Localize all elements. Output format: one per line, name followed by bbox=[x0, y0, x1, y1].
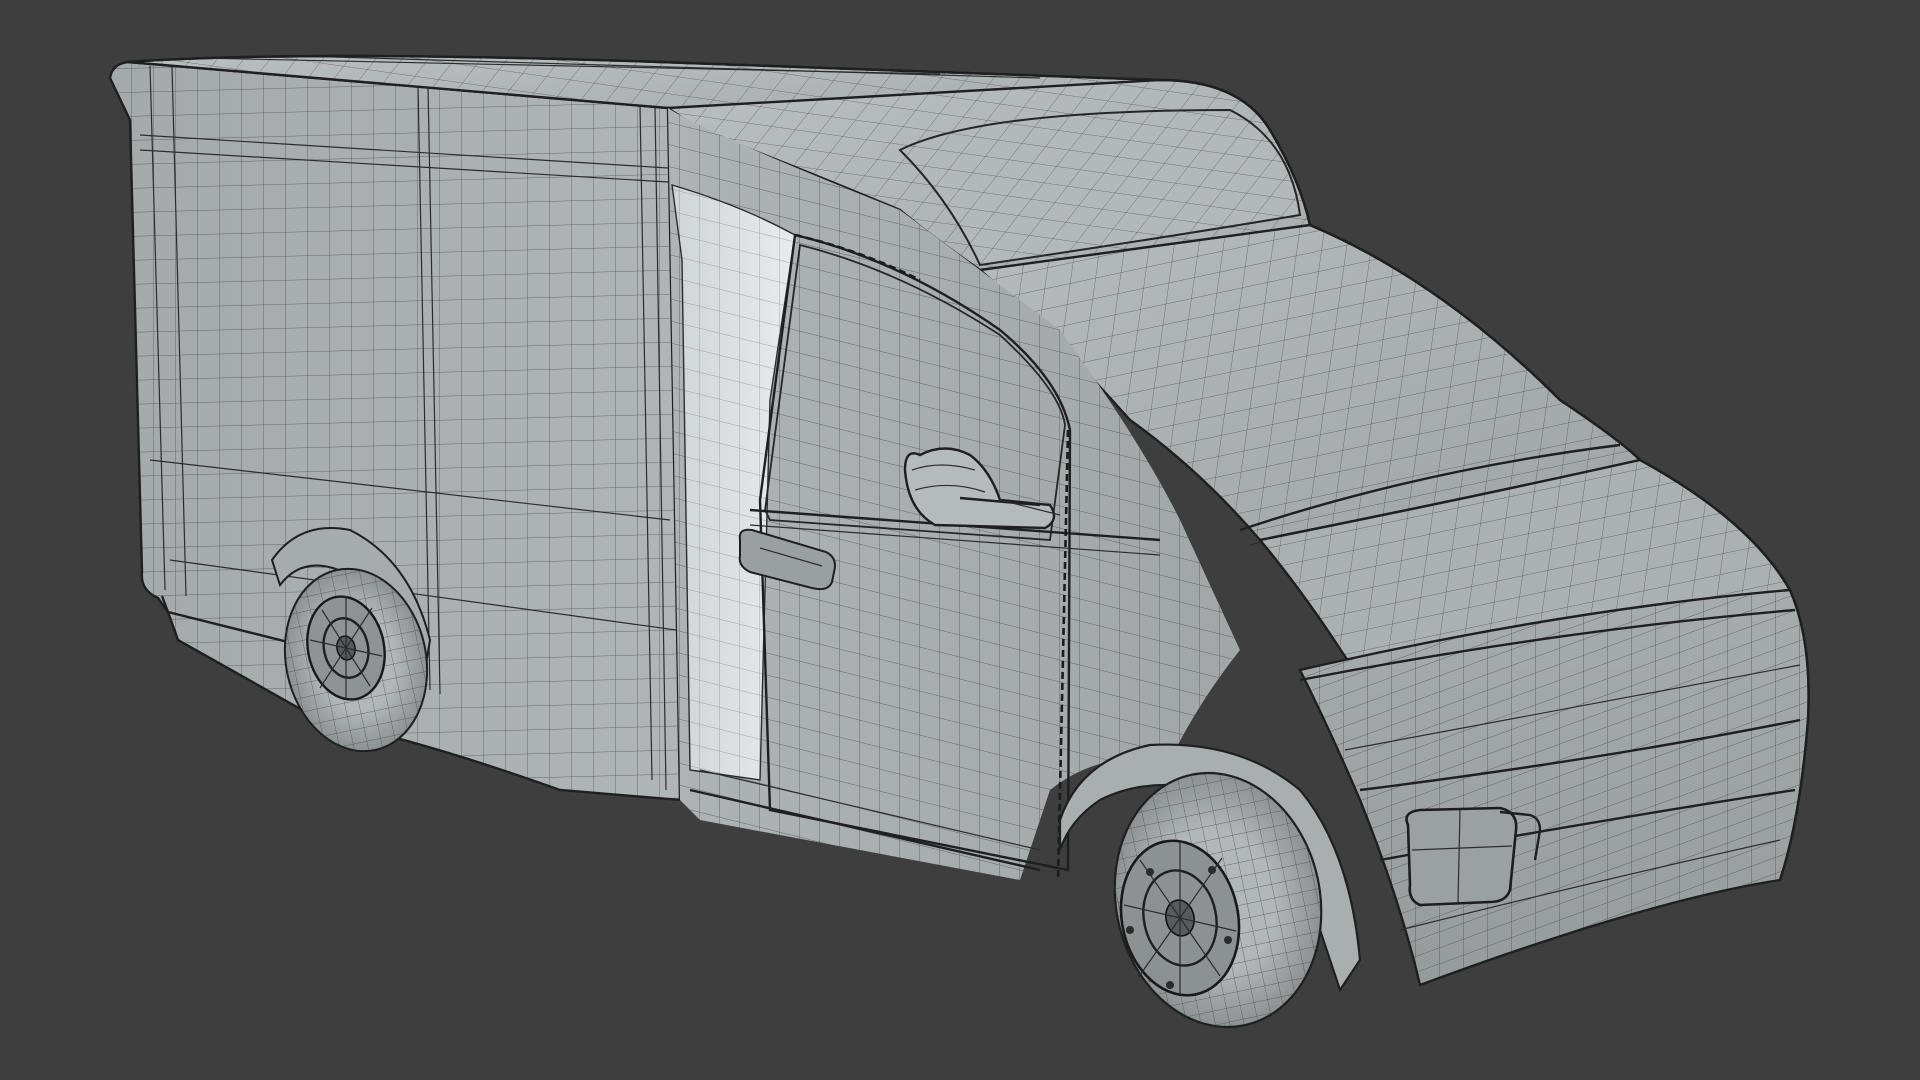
van-model bbox=[108, 54, 1810, 1029]
3d-viewport[interactable] bbox=[0, 0, 1920, 1080]
